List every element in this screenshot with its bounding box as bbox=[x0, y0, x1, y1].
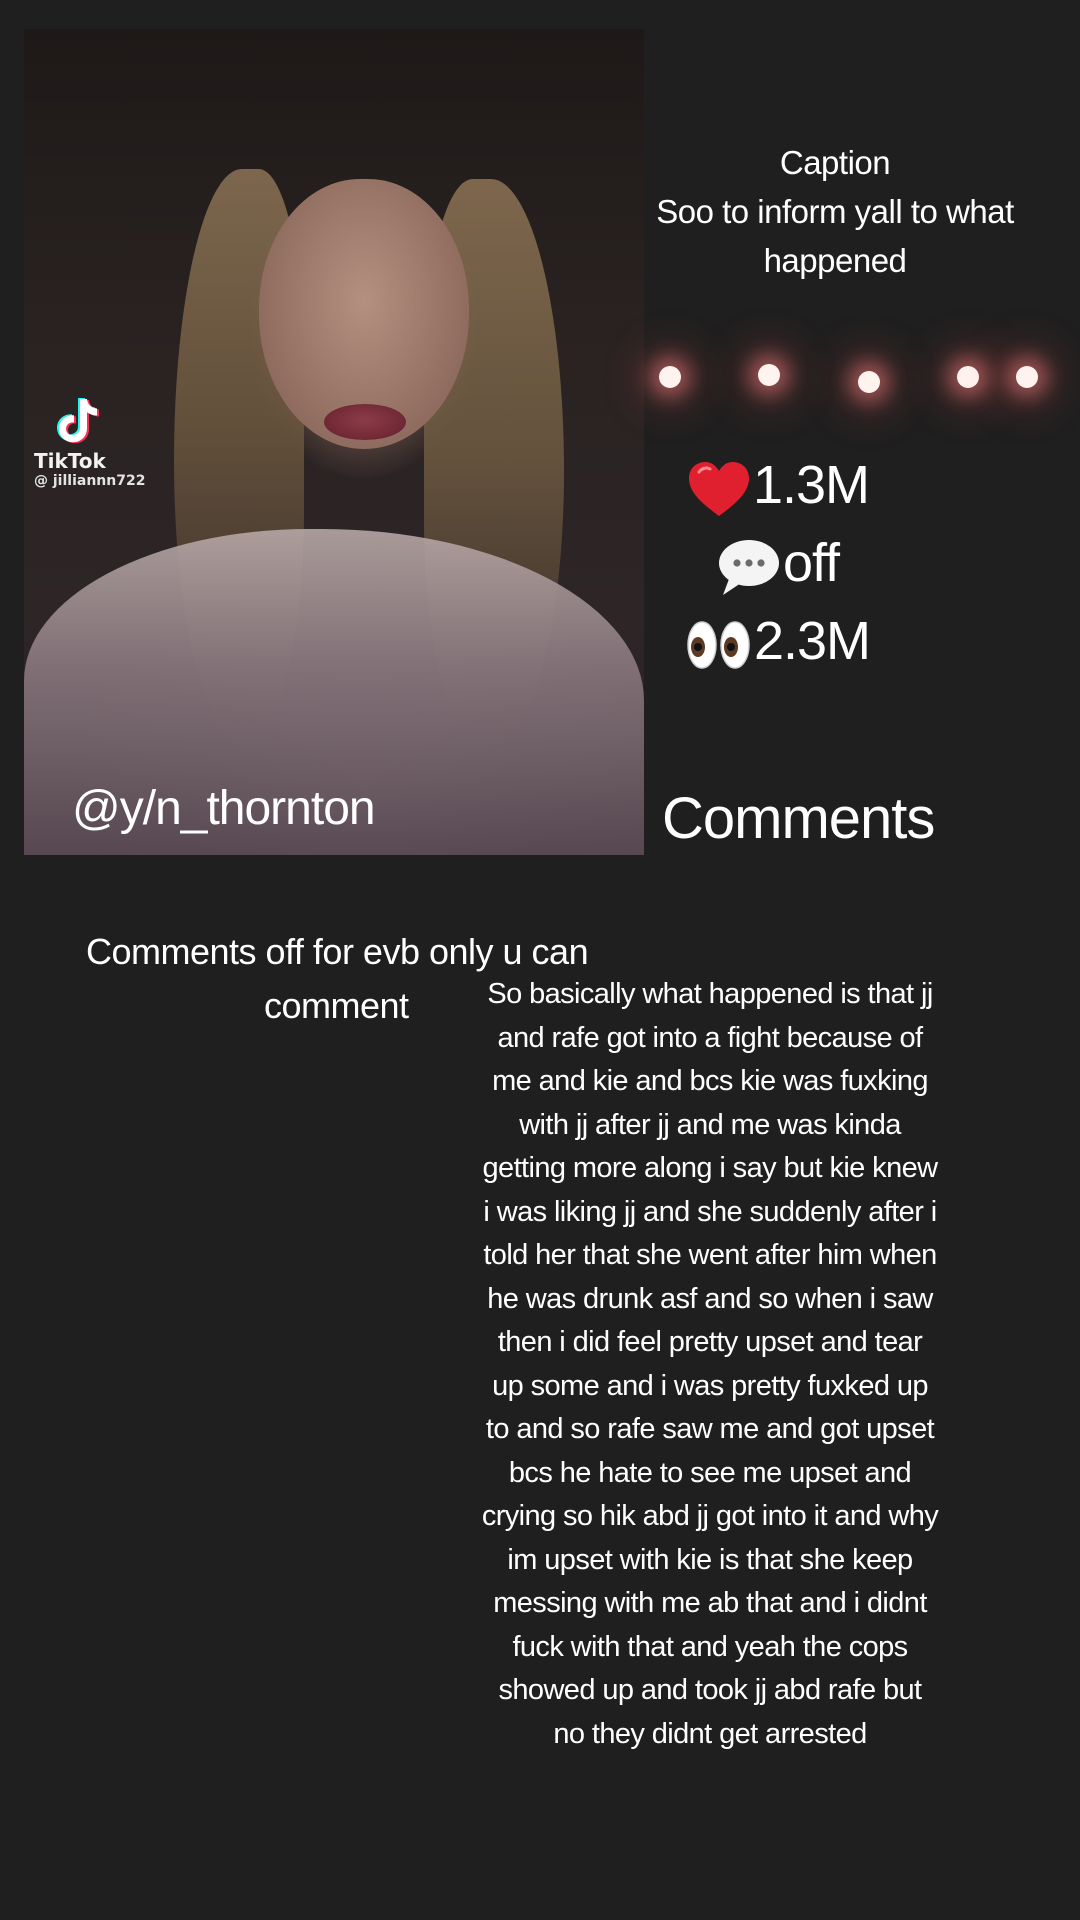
light-bulb-icon bbox=[1016, 366, 1038, 388]
caption-block: Caption Soo to inform yall to what happe… bbox=[650, 138, 1020, 285]
tiktok-watermark-username: @ jilliannn722 bbox=[34, 473, 146, 489]
speech-bubble-icon bbox=[718, 539, 779, 595]
lips-shape bbox=[324, 404, 406, 440]
likes-stat: 1.3M bbox=[668, 446, 888, 524]
views-stat: 2.3M bbox=[668, 602, 888, 680]
light-bulb-icon bbox=[858, 371, 880, 393]
comments-heading: Comments bbox=[662, 786, 935, 851]
tiktok-logo-icon bbox=[57, 398, 99, 444]
story-text: So basically what happened is that jj an… bbox=[481, 978, 939, 1750]
comments-count: off bbox=[782, 533, 840, 593]
video-username[interactable]: @y/n_thornton bbox=[72, 781, 376, 836]
caption-heading: Caption bbox=[779, 144, 891, 181]
light-bulb-icon bbox=[659, 366, 681, 388]
caption-text: Soo to inform yall to what happened bbox=[656, 193, 1014, 279]
tiktok-brand-label: TikTok bbox=[34, 449, 106, 473]
comments-stat: off bbox=[668, 524, 888, 602]
likes-count: 1.3M bbox=[752, 455, 870, 515]
video-thumbnail[interactable]: TikTok @ jilliannn722 @y/n_thornton bbox=[24, 29, 644, 855]
comments-notice-line-1: Comments off for evb only u can bbox=[86, 931, 589, 972]
eyes-icon bbox=[687, 620, 750, 669]
light-bulb-icon bbox=[758, 364, 780, 386]
heart-icon bbox=[688, 461, 749, 516]
light-bulb-icon bbox=[957, 366, 979, 388]
string-lights-decoration bbox=[645, 340, 1080, 420]
video-stats: 1.3M off 2.3M bbox=[668, 446, 888, 680]
views-count: 2.3M bbox=[753, 611, 871, 671]
tiktok-watermark: TikTok @ jilliannn722 bbox=[34, 397, 145, 489]
